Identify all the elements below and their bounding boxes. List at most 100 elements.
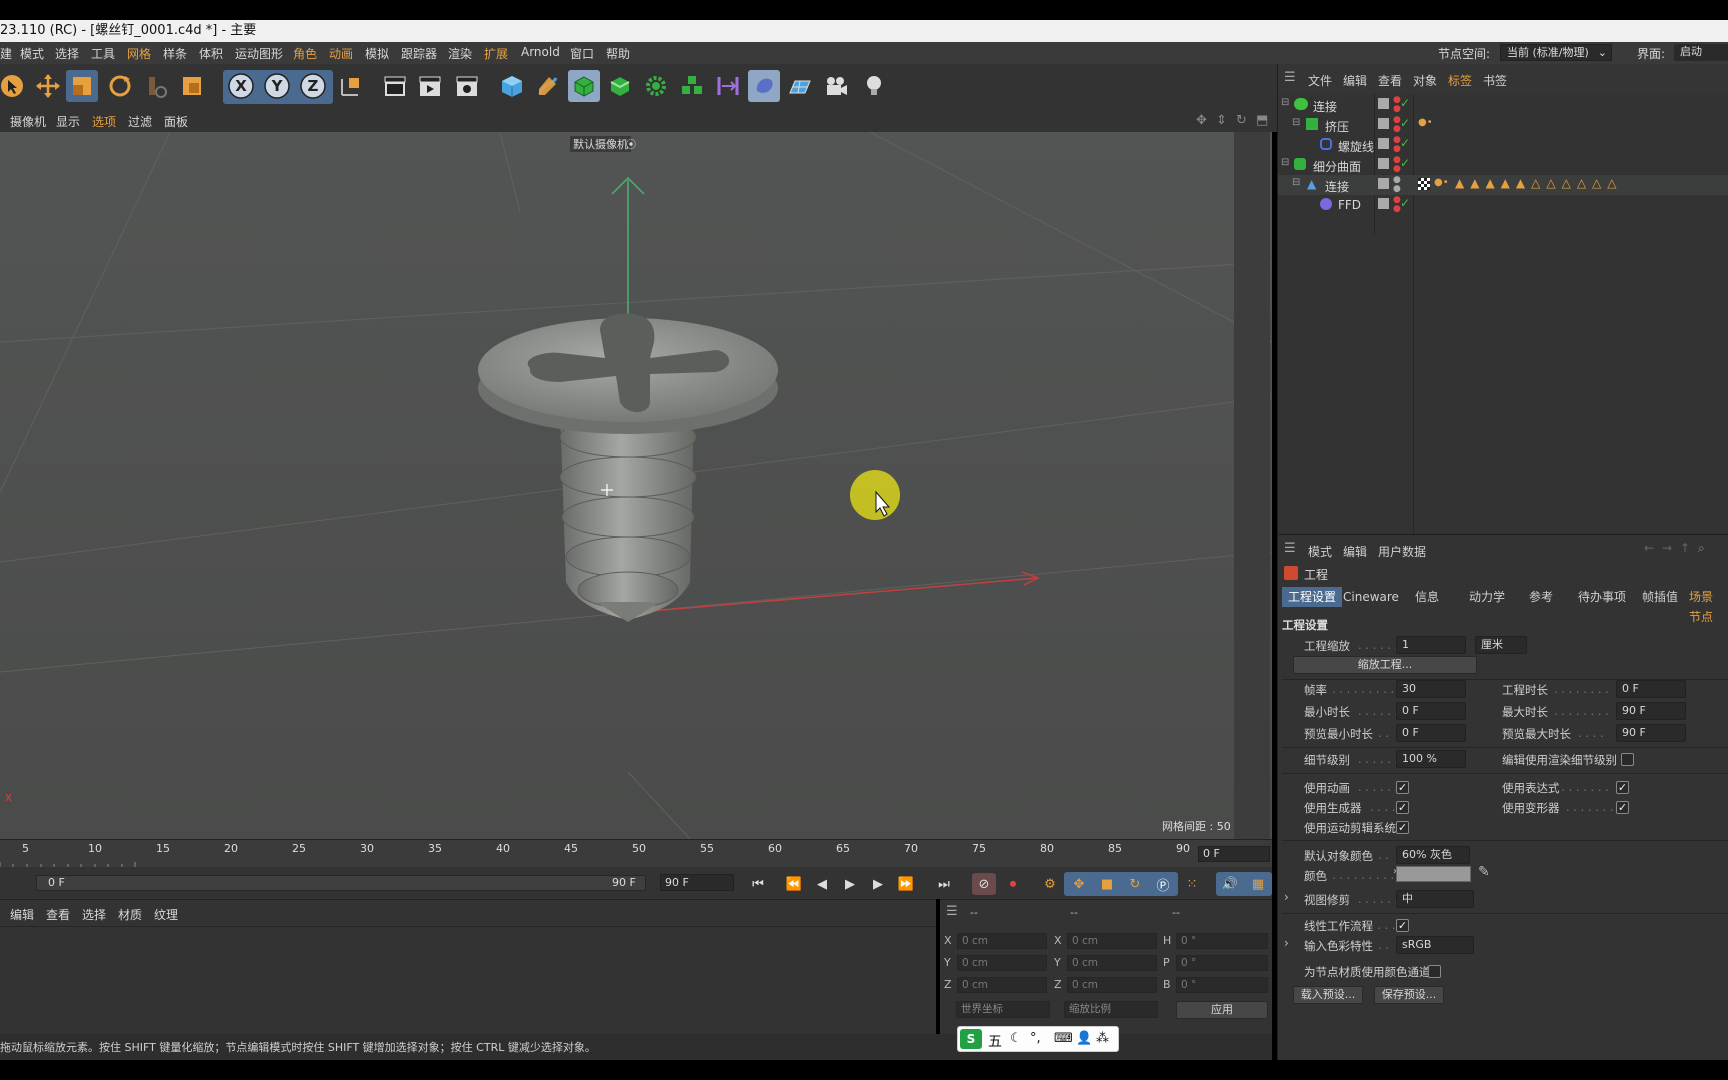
object-row[interactable]: ⊟ 连接 ● ● ✓ bbox=[1278, 95, 1728, 115]
menu-mode[interactable]: 模式 bbox=[20, 45, 44, 62]
key-scale-icon[interactable]: ■ bbox=[1095, 873, 1119, 895]
grid-menu-icon[interactable]: ⁂ bbox=[1096, 1031, 1109, 1046]
visibility-dots-icon[interactable]: ● ● bbox=[1393, 176, 1401, 194]
layer-icon[interactable] bbox=[1378, 118, 1389, 129]
goto-end-icon[interactable]: ⏭ bbox=[932, 873, 956, 895]
prev-key-icon[interactable]: ⏪ bbox=[782, 873, 806, 895]
viewport-nav-move-icon[interactable]: ✥ bbox=[1196, 113, 1207, 128]
texture-tag-icon[interactable] bbox=[1418, 178, 1430, 190]
x-axis-button[interactable]: X bbox=[225, 70, 257, 102]
frame-range-slider[interactable] bbox=[36, 875, 646, 891]
camera-label[interactable]: 默认摄像机 bbox=[570, 136, 631, 152]
use-animation-checkbox[interactable]: ✓ bbox=[1396, 781, 1409, 794]
tab-dynamics[interactable]: 动力学 bbox=[1463, 587, 1511, 607]
key-pla-icon[interactable]: ⁙ bbox=[1180, 873, 1204, 895]
enabled-check-icon[interactable]: ✓ bbox=[1400, 196, 1410, 210]
recent-tool-button[interactable] bbox=[140, 70, 172, 102]
menu-tools[interactable]: 工具 bbox=[91, 45, 115, 62]
pen-tool-button[interactable] bbox=[532, 70, 564, 102]
key-rotation-icon[interactable]: ↻ bbox=[1123, 873, 1147, 895]
search-icon[interactable]: ⌕ bbox=[1698, 541, 1705, 556]
size-z-field[interactable]: 0 cm bbox=[1067, 977, 1157, 993]
object-row[interactable]: FFD ● ● ✓ bbox=[1278, 195, 1728, 215]
material-menu-texture[interactable]: 纹理 bbox=[154, 906, 178, 923]
menu-arnold[interactable]: Arnold bbox=[521, 45, 560, 59]
om-menu-view[interactable]: 查看 bbox=[1378, 72, 1402, 89]
viewport-menu-filter[interactable]: 过滤 bbox=[128, 113, 152, 130]
scale-tool-button[interactable] bbox=[66, 70, 98, 102]
hamburger-icon[interactable]: ☰ bbox=[1284, 70, 1296, 85]
viewport-menu-cameras[interactable]: 摄像机 bbox=[10, 113, 46, 130]
key-parameter-icon[interactable]: Ⓟ bbox=[1151, 873, 1175, 895]
om-menu-file[interactable]: 文件 bbox=[1308, 72, 1332, 89]
object-name[interactable]: 细分曲面 bbox=[1313, 158, 1361, 175]
use-deformers-checkbox[interactable]: ✓ bbox=[1616, 801, 1629, 814]
enabled-check-icon[interactable]: ✓ bbox=[1400, 96, 1410, 110]
end-frame-field[interactable]: 90 F bbox=[660, 874, 734, 891]
layer-icon[interactable] bbox=[1378, 138, 1389, 149]
load-preset-button[interactable]: 载入预设... bbox=[1293, 986, 1363, 1004]
tab-todo[interactable]: 待办事项 bbox=[1572, 587, 1632, 607]
menu-character[interactable]: 角色 bbox=[293, 45, 317, 62]
collapse-icon[interactable]: ⊟ bbox=[1281, 157, 1289, 168]
render-picture-viewer-button[interactable] bbox=[414, 70, 446, 102]
project-time-field[interactable]: 0 F bbox=[1616, 680, 1686, 698]
key-position-icon[interactable]: ✥ bbox=[1067, 873, 1091, 895]
viewport-nav-rotate-icon[interactable]: ↻ bbox=[1236, 113, 1247, 128]
next-frame-icon[interactable]: ▶ bbox=[866, 873, 890, 895]
position-y-field[interactable]: 0 cm bbox=[957, 955, 1047, 971]
deformer-button[interactable] bbox=[712, 70, 744, 102]
om-menu-tags[interactable]: 标签 bbox=[1448, 72, 1472, 89]
moon-icon[interactable]: ☾ bbox=[1010, 1031, 1022, 1046]
material-menu-edit[interactable]: 编辑 bbox=[10, 906, 34, 923]
object-name[interactable]: 连接 bbox=[1313, 98, 1337, 115]
ime-logo-icon[interactable]: S bbox=[960, 1029, 982, 1049]
menu-extensions[interactable]: 扩展 bbox=[484, 45, 508, 62]
nav-back-icon[interactable]: ← bbox=[1644, 541, 1654, 555]
camera-button[interactable] bbox=[820, 70, 852, 102]
max-time-field[interactable]: 90 F bbox=[1616, 702, 1686, 720]
preview-max-field[interactable]: 90 F bbox=[1616, 724, 1686, 742]
scale-project-button[interactable]: 缩放工程... bbox=[1293, 656, 1477, 674]
scale-mode-dropdown[interactable]: 缩放比例 bbox=[1064, 1001, 1158, 1018]
tab-info[interactable]: 信息 bbox=[1409, 587, 1445, 607]
apply-button[interactable]: 应用 bbox=[1176, 1001, 1268, 1019]
tab-key-interpolation[interactable]: 帧插值 bbox=[1636, 587, 1684, 607]
menu-animate[interactable]: 动画 bbox=[329, 45, 353, 62]
viewport-menu-options[interactable]: 选项 bbox=[92, 113, 116, 130]
record-disabled-icon[interactable]: ⊘ bbox=[972, 873, 996, 895]
attr-menu-edit[interactable]: 编辑 bbox=[1343, 543, 1367, 560]
coordinate-system-button[interactable] bbox=[335, 70, 367, 102]
tab-references[interactable]: 参考 bbox=[1523, 587, 1559, 607]
min-time-field[interactable]: 0 F bbox=[1396, 702, 1466, 720]
menu-volume[interactable]: 体积 bbox=[199, 45, 223, 62]
object-name[interactable]: 挤压 bbox=[1325, 118, 1349, 135]
om-menu-edit[interactable]: 编辑 bbox=[1343, 72, 1367, 89]
attr-menu-mode[interactable]: 模式 bbox=[1308, 543, 1332, 560]
menu-simulate[interactable]: 模拟 bbox=[365, 45, 389, 62]
project-scale-field[interactable]: 1 bbox=[1396, 636, 1466, 654]
om-menu-bookmarks[interactable]: 书签 bbox=[1483, 72, 1507, 89]
menu-spline[interactable]: 样条 bbox=[163, 45, 187, 62]
object-name[interactable]: FFD bbox=[1338, 198, 1361, 212]
play-icon[interactable]: ▶ bbox=[838, 873, 862, 895]
subdivision-surface-button[interactable] bbox=[568, 70, 600, 102]
layer-icon[interactable] bbox=[1378, 178, 1389, 189]
screw-model[interactable] bbox=[478, 313, 778, 622]
transform-tool-button[interactable] bbox=[176, 70, 208, 102]
eyedropper-icon[interactable]: ✎ bbox=[1478, 864, 1490, 880]
tag-icon[interactable]: ●• bbox=[1418, 117, 1433, 128]
object-name[interactable]: 螺旋线 bbox=[1338, 138, 1374, 155]
user-icon[interactable]: 👤 bbox=[1076, 1031, 1092, 1046]
node-material-color-checkbox[interactable] bbox=[1428, 965, 1441, 978]
use-generators-checkbox[interactable]: ✓ bbox=[1396, 801, 1409, 814]
extrude-button[interactable] bbox=[604, 70, 636, 102]
om-menu-object[interactable]: 对象 bbox=[1413, 72, 1437, 89]
enabled-check-icon[interactable]: ✓ bbox=[1400, 156, 1410, 170]
size-x-field[interactable]: 0 cm bbox=[1067, 933, 1157, 949]
3d-viewport[interactable]: 默认摄像机 ⦿ 网格间距 : 50 cm x bbox=[0, 132, 1272, 839]
z-axis-button[interactable]: Z bbox=[297, 70, 329, 102]
tab-cineware[interactable]: Cineware bbox=[1337, 587, 1405, 607]
use-expressions-checkbox[interactable]: ✓ bbox=[1616, 781, 1629, 794]
lod-field[interactable]: 100 % bbox=[1396, 750, 1466, 768]
